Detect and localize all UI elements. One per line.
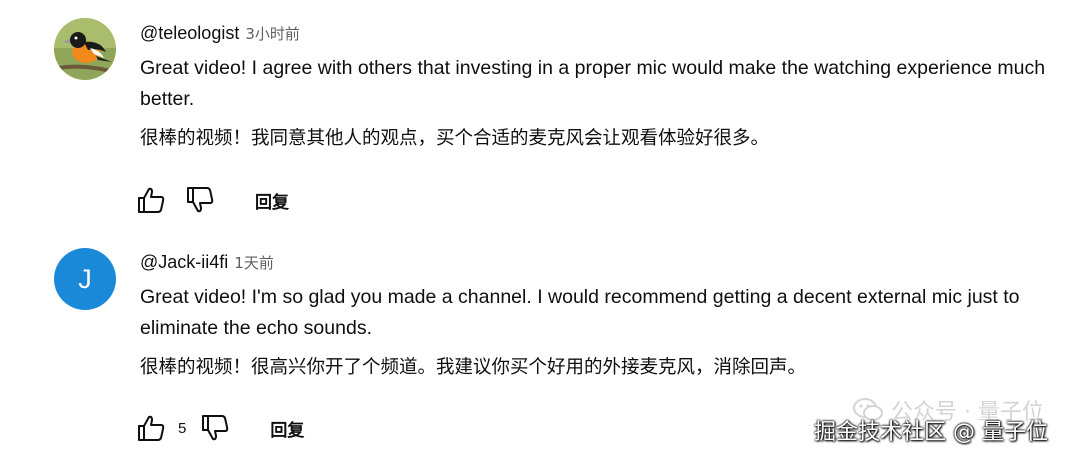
thumbs-up-icon	[138, 415, 165, 441]
comment-actions: 回复	[136, 185, 289, 215]
comment-text-zh: 很棒的视频！很高兴你开了个频道。我建议你买个好用的外接麦克风，消除回声。	[140, 357, 807, 378]
dislike-button[interactable]	[200, 413, 230, 443]
comment-text-en: Great video! I agree with others that in…	[140, 57, 1046, 110]
avatar[interactable]	[54, 18, 116, 80]
author-handle[interactable]: @Jack-ii4fi	[140, 252, 228, 272]
thumbs-down-icon	[187, 187, 214, 213]
comment-header: @teleologist 3小时前	[140, 22, 300, 45]
reply-button[interactable]: 回复	[270, 416, 304, 441]
watermark-juejin: 掘金技术社区 @ 量子位	[814, 420, 1048, 445]
comment-actions: 5 回复	[136, 413, 304, 443]
like-button[interactable]	[136, 413, 166, 443]
comment-text-en: Great video! I'm so glad you made a chan…	[140, 286, 1020, 339]
dislike-button[interactable]	[185, 185, 215, 215]
timestamp[interactable]: 3小时前	[245, 25, 300, 43]
author-handle[interactable]: @teleologist	[140, 23, 239, 43]
like-button[interactable]	[136, 185, 166, 215]
timestamp[interactable]: 1天前	[234, 254, 274, 272]
comment-header: @Jack-ii4fi 1天前	[140, 251, 274, 274]
thumbs-down-icon	[202, 415, 229, 441]
avatar[interactable]: J	[54, 248, 116, 310]
thumbs-up-icon	[138, 187, 165, 213]
like-count: 5	[178, 419, 187, 437]
reply-button[interactable]: 回复	[255, 188, 289, 213]
comment-text-zh: 很棒的视频！我同意其他人的观点，买个合适的麦克风会让观看体验好很多。	[140, 128, 770, 149]
oriole-bird-avatar-icon	[54, 18, 116, 80]
